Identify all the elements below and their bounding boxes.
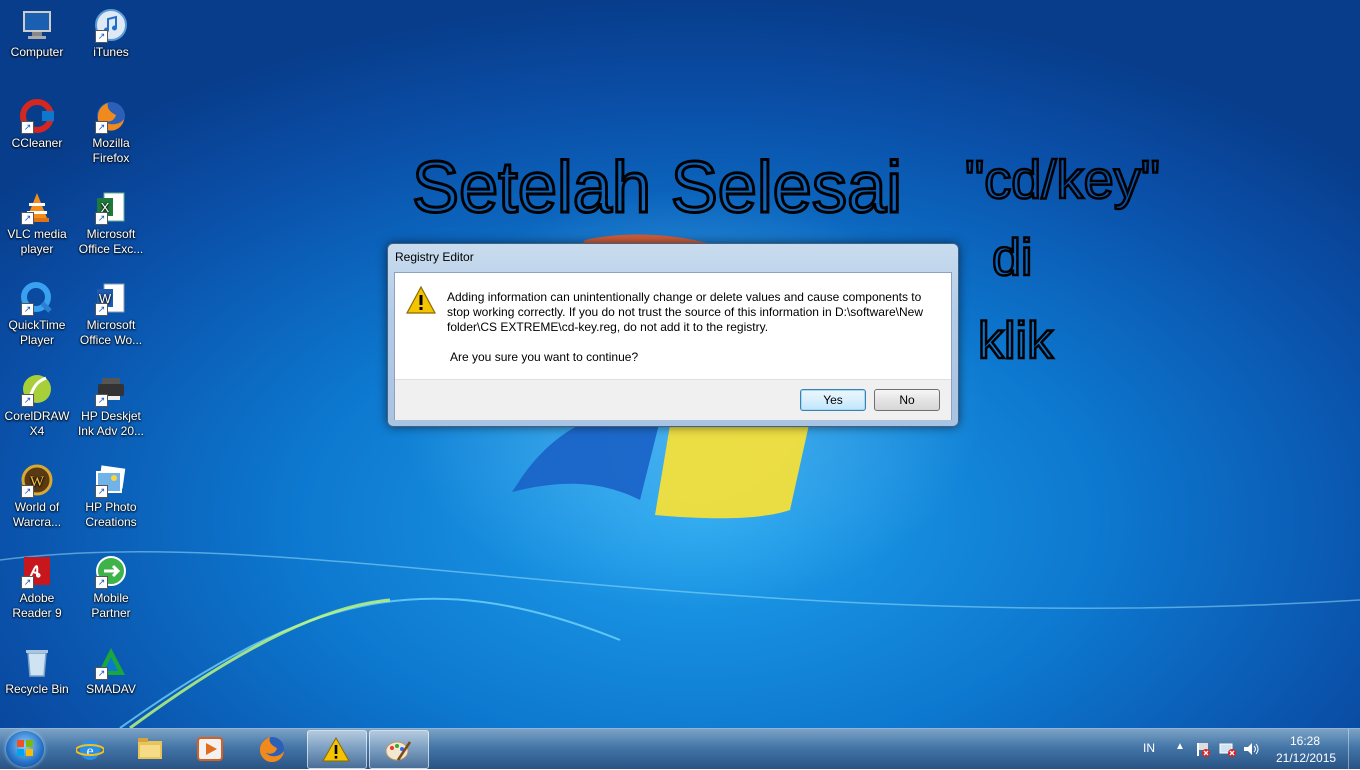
desktop-icon-wow[interactable]: W ↗ World of Warcra... [1,463,73,530]
desktop-icon-mobile-partner[interactable]: ↗ Mobile Partner [75,554,147,621]
desktop-icon-label: Recycle Bin [5,682,69,696]
desktop-icon-coreldraw[interactable]: ↗ CorelDRAW X4 [1,372,73,439]
recycle-bin-icon [20,645,54,679]
desktop-icon-itunes[interactable]: ↗ iTunes [75,8,147,60]
file-explorer-icon [138,738,162,759]
firefox-icon: ↗ [94,99,128,134]
dialog-question: Are you sure you want to continue? [450,350,639,364]
mobile-partner-icon: ↗ [94,554,128,589]
no-button[interactable]: No [874,389,940,411]
language-indicator[interactable]: IN [1143,741,1155,755]
taskbar-file-explorer[interactable] [122,730,180,767]
firefox-icon [259,737,284,763]
warning-icon [322,736,350,762]
coreldraw-icon: ↗ [20,372,54,407]
show-hidden-icons-icon[interactable]: ▲ [1175,741,1185,752]
yes-button[interactable]: Yes [800,389,866,411]
desktop-icon-vlc[interactable]: ↗ VLC media player [1,190,73,257]
desktop-icon-smadav[interactable]: ↗ SMADAV [75,645,147,697]
registry-editor-dialog[interactable]: Registry Editor Adding information can u… [387,243,959,427]
wow-icon: W ↗ [20,463,54,498]
hp-photo-icon: ↗ [94,463,128,498]
desktop[interactable]: Computer ↗ iTunes ↗ CCleaner ↗ Mozilla F… [0,0,1360,728]
desktop-icon-label: Microsoft Office Wo... [79,318,143,347]
desktop-icon-label: Microsoft Office Exc... [78,227,144,256]
start-button[interactable] [6,731,44,767]
desktop-icon-label: HP Deskjet Ink Adv 20... [77,409,145,438]
clock-date[interactable]: 21/12/2015 [1276,751,1336,765]
desktop-icon-excel[interactable]: X ↗ Microsoft Office Exc... [75,190,147,257]
dialog-message: Adding information can unintentionally c… [447,290,923,334]
warning-icon [406,286,436,314]
paint-icon [385,741,412,761]
taskbar-firefox[interactable] [244,730,302,767]
desktop-icon-label: Mozilla Firefox [92,136,130,165]
desktop-icon-label: iTunes [93,45,129,59]
volume-icon[interactable] [1242,741,1260,757]
desktop-icon-label: CorelDRAW X4 [4,409,70,438]
windows-logo-icon [17,740,33,756]
dialog-content: Adding information can unintentionally c… [394,272,952,420]
desktop-icon-hp-photo[interactable]: ↗ HP Photo Creations [75,463,147,530]
desktop-icon-label: World of Warcra... [12,500,62,529]
desktop-icon-label: HP Photo Creations [85,500,137,529]
desktop-icon-label: SMADAV [86,682,136,696]
adobe-reader-icon: ↗ [20,554,54,589]
desktop-icon-label: QuickTime Player [8,318,66,347]
action-center-flag-icon[interactable] [1194,741,1210,757]
desktop-icon-hp-deskjet[interactable]: ↗ HP Deskjet Ink Adv 20... [75,372,147,439]
desktop-icon-quicktime[interactable]: ↗ QuickTime Player [1,281,73,348]
desktop-icon-computer[interactable]: Computer [1,8,73,60]
dialog-title: Registry Editor [395,250,474,264]
media-player-icon [197,737,223,761]
desktop-icon-label: CCleaner [11,136,63,150]
network-icon[interactable] [1218,741,1236,757]
clock-time[interactable]: 16:28 [1290,734,1320,748]
desktop-icon-word[interactable]: W ↗ Microsoft Office Wo... [75,281,147,348]
taskbar-paint[interactable] [369,730,429,769]
desktop-icon-ccleaner[interactable]: ↗ CCleaner [1,99,73,151]
desktop-icon-recycle-bin[interactable]: Recycle Bin [1,645,73,697]
computer-icon [20,8,54,42]
ccleaner-icon: ↗ [20,99,54,134]
taskbar: e IN ▲ 16:28 21/12/2015 [0,728,1360,769]
word-icon: W ↗ [94,281,128,316]
desktop-icon-label: Computer [10,45,64,59]
excel-icon: X ↗ [94,190,128,225]
desktop-icon-label: Mobile Partner [91,591,131,620]
desktop-icon-firefox[interactable]: ↗ Mozilla Firefox [75,99,147,166]
vlc-icon: ↗ [20,190,54,225]
desktop-icon-label: VLC media player [7,227,67,256]
taskbar-registry-warning[interactable] [307,730,367,769]
internet-explorer-icon: e [76,740,104,760]
smadav-icon: ↗ [94,645,128,680]
taskbar-internet-explorer[interactable]: e [62,730,120,767]
printer-icon: ↗ [94,372,128,407]
itunes-icon: ↗ [94,8,128,43]
show-desktop-button[interactable] [1348,729,1360,769]
taskbar-media-player[interactable] [182,730,240,767]
desktop-icon-label: Adobe Reader 9 [12,591,62,620]
quicktime-icon: ↗ [20,281,54,316]
desktop-icon-adobe-reader[interactable]: ↗ Adobe Reader 9 [1,554,73,621]
dialog-button-bar: Yes No [395,379,951,420]
